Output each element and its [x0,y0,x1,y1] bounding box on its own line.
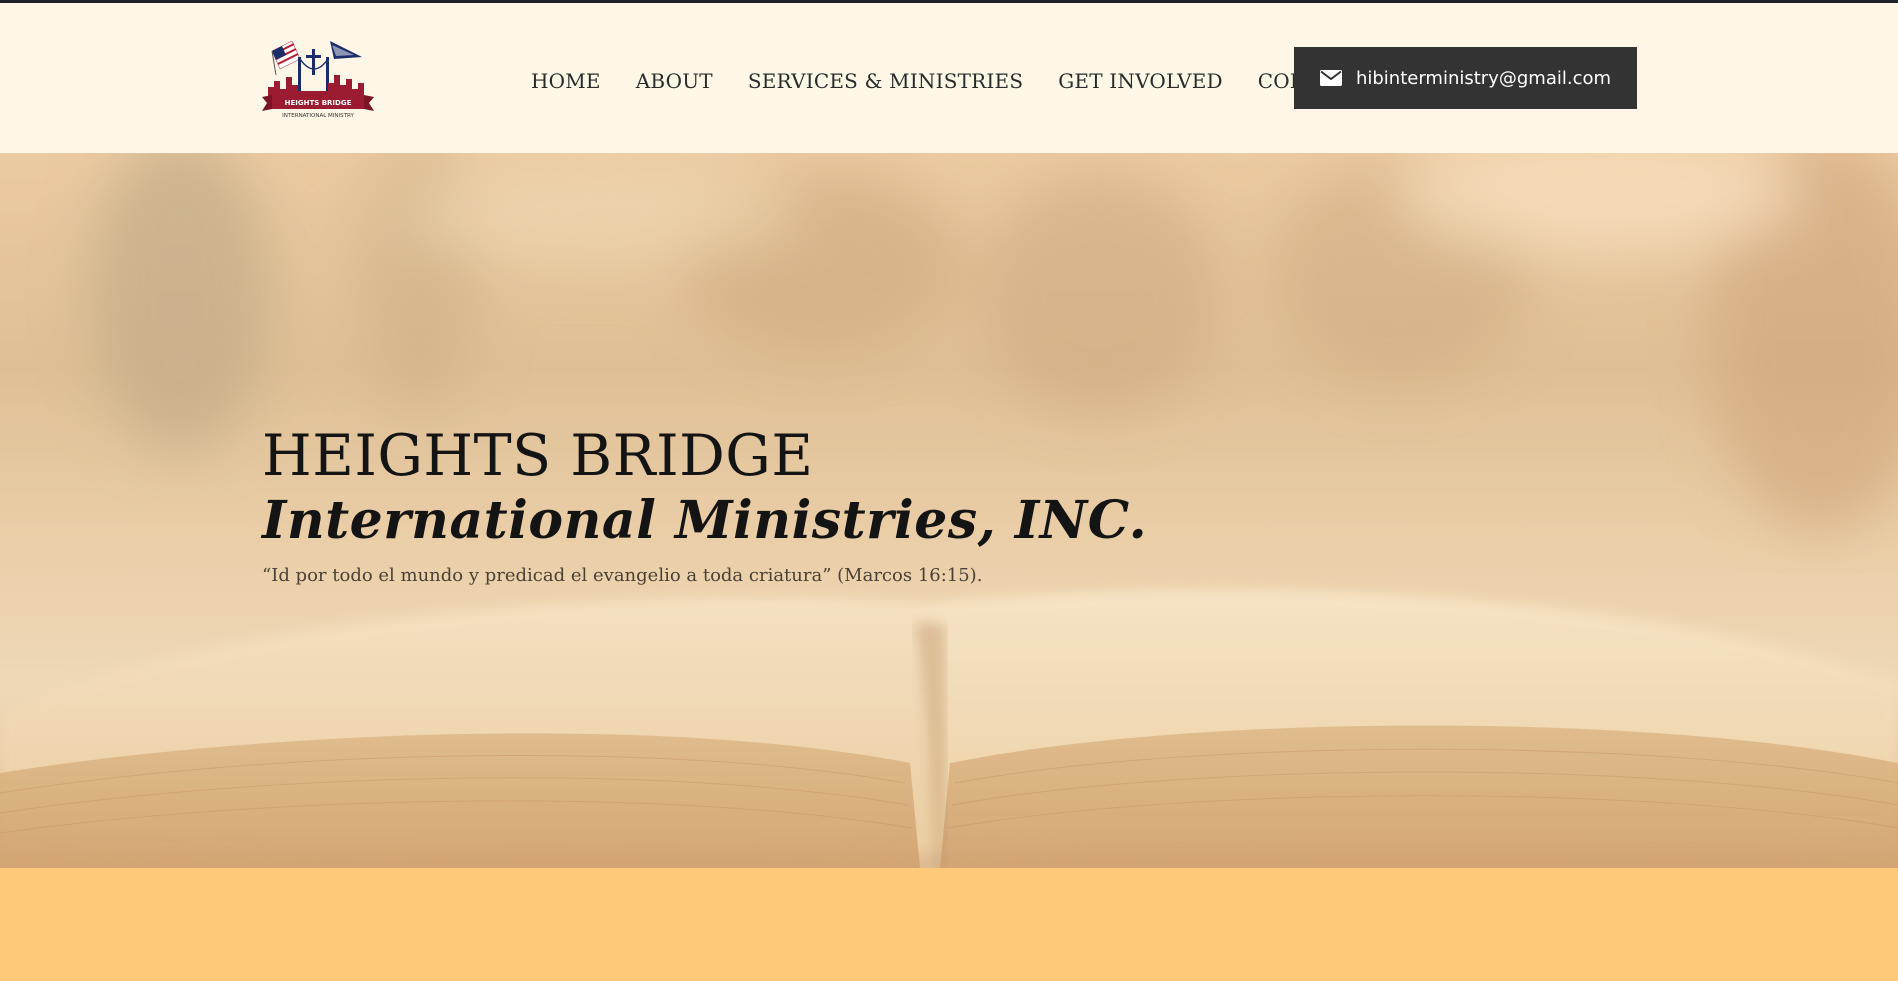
envelope-icon [1319,70,1342,86]
nav-home[interactable]: HOME [531,64,601,98]
hero-section: HEIGHTS BRIDGE International Ministries,… [0,153,1898,868]
hero-title: HEIGHTS BRIDGE [262,423,814,489]
email-contact-button[interactable]: hibinterministry@gmail.com [1294,47,1637,109]
nav-about[interactable]: ABOUT [636,64,713,98]
main-nav: HOME ABOUT SERVICES & MINISTRIES GET INV… [531,64,1364,98]
logo-graphic: HEIGHTS BRIDGE INTERNATIONAL MINISTRY [262,40,374,119]
hero-subtitle: International Ministries, INC. [262,490,1148,551]
email-button-label: hibinterministry@gmail.com [1355,67,1612,89]
svg-text:INTERNATIONAL MINISTRY: INTERNATIONAL MINISTRY [282,113,354,119]
svg-text:HEIGHTS BRIDGE: HEIGHTS BRIDGE [285,99,352,107]
nav-services-ministries[interactable]: SERVICES & MINISTRIES [748,64,1023,98]
site-logo[interactable]: HEIGHTS BRIDGE INTERNATIONAL MINISTRY [262,39,374,121]
bottom-section-band [0,868,1898,981]
flag-icon [271,40,301,76]
nav-get-involved[interactable]: GET INVOLVED [1058,64,1223,98]
hero-verse: “Id por todo el mundo y predicad el evan… [262,565,983,586]
site-header: HEIGHTS BRIDGE INTERNATIONAL MINISTRY HO… [0,3,1898,153]
